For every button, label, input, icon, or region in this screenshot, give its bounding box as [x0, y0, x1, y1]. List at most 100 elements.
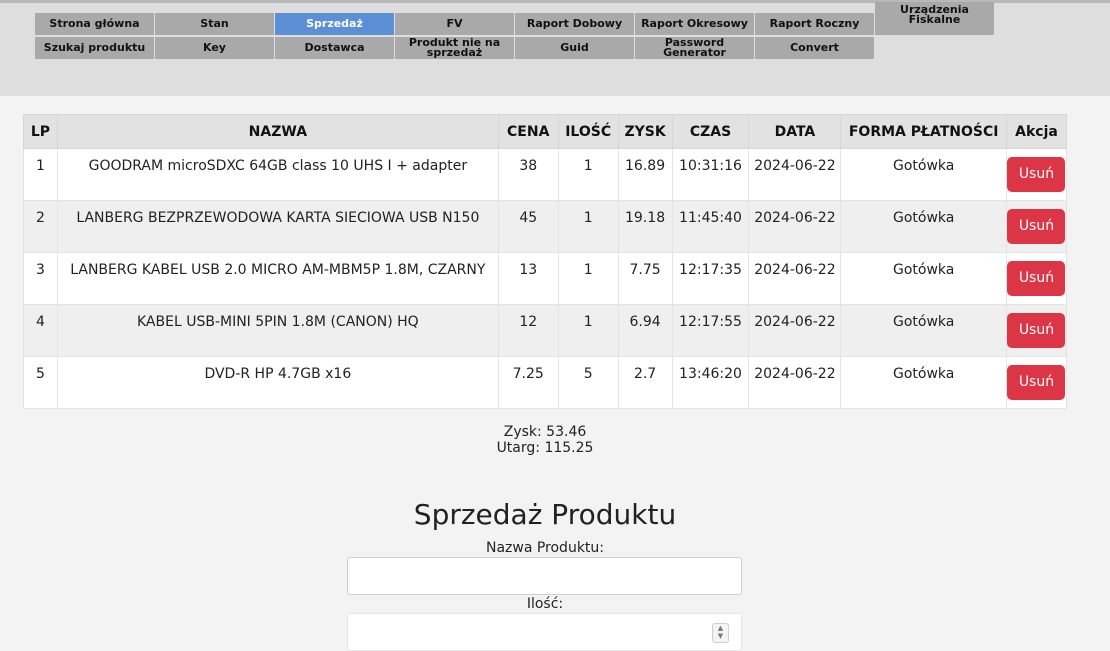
cell-czas-text: 11:45:40 — [679, 210, 742, 226]
nav-produkt-nie-na-sprzedaz[interactable]: Produkt nie na sprzedaż — [395, 37, 514, 59]
cell-lp-text: 2 — [36, 210, 45, 226]
cell-zysk-text: 6.94 — [629, 314, 661, 330]
nav-guid[interactable]: Guid — [515, 37, 634, 59]
cell-forma-text: Gotówka — [892, 262, 955, 278]
cell-data: 2024-06-22 — [748, 200, 842, 253]
cell-nazwa: KABEL USB-MINI 5PIN 1.8M (CANON) HQ — [56, 304, 499, 357]
cell-data-text: 2024-06-22 — [754, 158, 836, 174]
cell-czas-text: 12:17:55 — [679, 314, 742, 330]
nav-urzadzenia-fiskalne[interactable]: Urządzenia Fiskalne — [875, 2, 994, 35]
cell-akcja: Usuń — [1005, 356, 1068, 409]
cell-nazwa-text: LANBERG BEZPRZEWODOWA KARTA SIECIOWA USB… — [76, 210, 480, 226]
cell-czas: 12:17:35 — [671, 252, 750, 305]
cell-data: 2024-06-22 — [748, 356, 842, 409]
cell-nazwa-text: DVD-R HP 4.7GB x16 — [204, 366, 352, 382]
cell-zysk-text: 19.18 — [625, 210, 666, 226]
sales-summary: Zysk: 53.46 Utarg: 115.25 — [0, 424, 1090, 456]
sales-table: LP NAZWA CENA ILOŚĆ ZYSK CZAS DATA FORMA… — [23, 114, 1068, 409]
cell-zysk-text: 2.7 — [633, 366, 657, 382]
cell-ilosc: 5 — [557, 356, 619, 409]
cell-nazwa: DVD-R HP 4.7GB x16 — [56, 356, 499, 409]
table-row: 2 LANBERG BEZPRZEWODOWA KARTA SIECIOWA U… — [23, 200, 1068, 253]
cell-lp: 1 — [23, 148, 58, 201]
delete-button[interactable]: Usuń — [1007, 209, 1066, 244]
cell-ilosc-text: 1 — [583, 210, 593, 226]
cell-nazwa: GOODRAM microSDXC 64GB class 10 UHS I + … — [56, 148, 499, 201]
cell-cena-text: 7.25 — [512, 366, 544, 382]
cell-forma-text: Gotówka — [892, 366, 955, 382]
cell-data-text: 2024-06-22 — [754, 210, 836, 226]
cell-akcja: Usuń — [1005, 304, 1068, 357]
product-name-label: Nazwa Produktu: — [485, 540, 605, 556]
cell-ilosc: 1 — [557, 200, 619, 253]
cell-data: 2024-06-22 — [748, 252, 842, 305]
header-data: DATA — [748, 114, 842, 149]
delete-button[interactable]: Usuń — [1007, 313, 1066, 348]
quantity-label: Ilość: — [526, 596, 564, 612]
cell-zysk: 19.18 — [617, 200, 673, 253]
cell-cena: 38 — [497, 148, 559, 201]
cell-nazwa-text: GOODRAM microSDXC 64GB class 10 UHS I + … — [88, 158, 468, 174]
quantity-input[interactable]: ▲ ▼ — [347, 613, 742, 651]
nav-fv[interactable]: FV — [395, 13, 514, 35]
cell-nazwa: LANBERG KABEL USB 2.0 MICRO AM-MBM5P 1.8… — [56, 252, 499, 305]
chevron-up-icon[interactable]: ▲ — [713, 624, 728, 632]
cell-lp-text: 5 — [36, 366, 45, 382]
table-header-row: LP NAZWA CENA ILOŚĆ ZYSK CZAS DATA FORMA… — [23, 114, 1068, 149]
cell-forma-text: Gotówka — [892, 158, 955, 174]
cell-cena: 13 — [497, 252, 559, 305]
nav-sprzedaz[interactable]: Sprzedaż — [275, 13, 394, 35]
nav-raport-dobowy[interactable]: Raport Dobowy — [515, 13, 634, 35]
cell-ilosc: 1 — [557, 252, 619, 305]
top-navigation-bar: Strona główna Stan Sprzedaż FV Raport Do… — [0, 0, 1110, 96]
cell-data-text: 2024-06-22 — [754, 262, 836, 278]
chevron-down-icon[interactable]: ▼ — [713, 632, 728, 640]
cell-forma: Gotówka — [840, 304, 1007, 357]
cell-czas: 10:31:16 — [671, 148, 750, 201]
cell-czas: 12:17:55 — [671, 304, 750, 357]
summary-zysk: Zysk: 53.46 — [503, 424, 587, 440]
cell-akcja: Usuń — [1005, 148, 1068, 201]
cell-cena-text: 45 — [519, 210, 538, 226]
table-row: 5 DVD-R HP 4.7GB x16 7.25 5 2.7 13:46:20… — [23, 356, 1068, 409]
nav-szukaj-produktu[interactable]: Szukaj produktu — [35, 37, 154, 59]
cell-forma-text: Gotówka — [892, 210, 955, 226]
cell-ilosc-text: 1 — [583, 158, 593, 174]
delete-button[interactable]: Usuń — [1007, 365, 1066, 400]
cell-czas-text: 12:17:35 — [679, 262, 742, 278]
cell-forma: Gotówka — [840, 200, 1007, 253]
header-ilosc: ILOŚĆ — [557, 114, 619, 149]
cell-akcja: Usuń — [1005, 252, 1068, 305]
cell-czas-text: 10:31:16 — [679, 158, 742, 174]
cell-zysk: 6.94 — [617, 304, 673, 357]
cell-forma: Gotówka — [840, 252, 1007, 305]
header-akcja: Akcja — [1005, 114, 1068, 149]
nav-dostawca[interactable]: Dostawca — [275, 37, 394, 59]
delete-button[interactable]: Usuń — [1007, 261, 1066, 296]
cell-nazwa-text: LANBERG KABEL USB 2.0 MICRO AM-MBM5P 1.8… — [70, 262, 486, 278]
nav-strona-glowna[interactable]: Strona główna — [35, 13, 154, 35]
delete-button[interactable]: Usuń — [1007, 157, 1066, 192]
summary-utarg: Utarg: 115.25 — [496, 440, 594, 456]
nav-raport-okresowy[interactable]: Raport Okresowy — [635, 13, 754, 35]
nav-raport-roczny[interactable]: Raport Roczny — [755, 13, 874, 35]
header-forma-platnosci: FORMA PŁATNOŚCI — [840, 114, 1007, 149]
cell-forma: Gotówka — [840, 148, 1007, 201]
nav-convert[interactable]: Convert — [755, 37, 874, 59]
cell-data: 2024-06-22 — [748, 304, 842, 357]
table-row: 1 GOODRAM microSDXC 64GB class 10 UHS I … — [23, 148, 1068, 201]
nav-password-generator[interactable]: Password Generator — [635, 37, 754, 59]
quantity-stepper[interactable]: ▲ ▼ — [712, 623, 729, 643]
cell-lp: 4 — [23, 304, 58, 357]
cell-data-text: 2024-06-22 — [754, 314, 836, 330]
table-row: 4 KABEL USB-MINI 5PIN 1.8M (CANON) HQ 12… — [23, 304, 1068, 357]
cell-czas: 11:45:40 — [671, 200, 750, 253]
nav-stan[interactable]: Stan — [155, 13, 274, 35]
cell-ilosc-text: 1 — [583, 262, 593, 278]
cell-ilosc: 1 — [557, 148, 619, 201]
cell-lp: 5 — [23, 356, 58, 409]
nav-key[interactable]: Key — [155, 37, 274, 59]
product-name-input[interactable] — [347, 557, 742, 595]
cell-lp-text: 1 — [36, 158, 45, 174]
cell-ilosc: 1 — [557, 304, 619, 357]
